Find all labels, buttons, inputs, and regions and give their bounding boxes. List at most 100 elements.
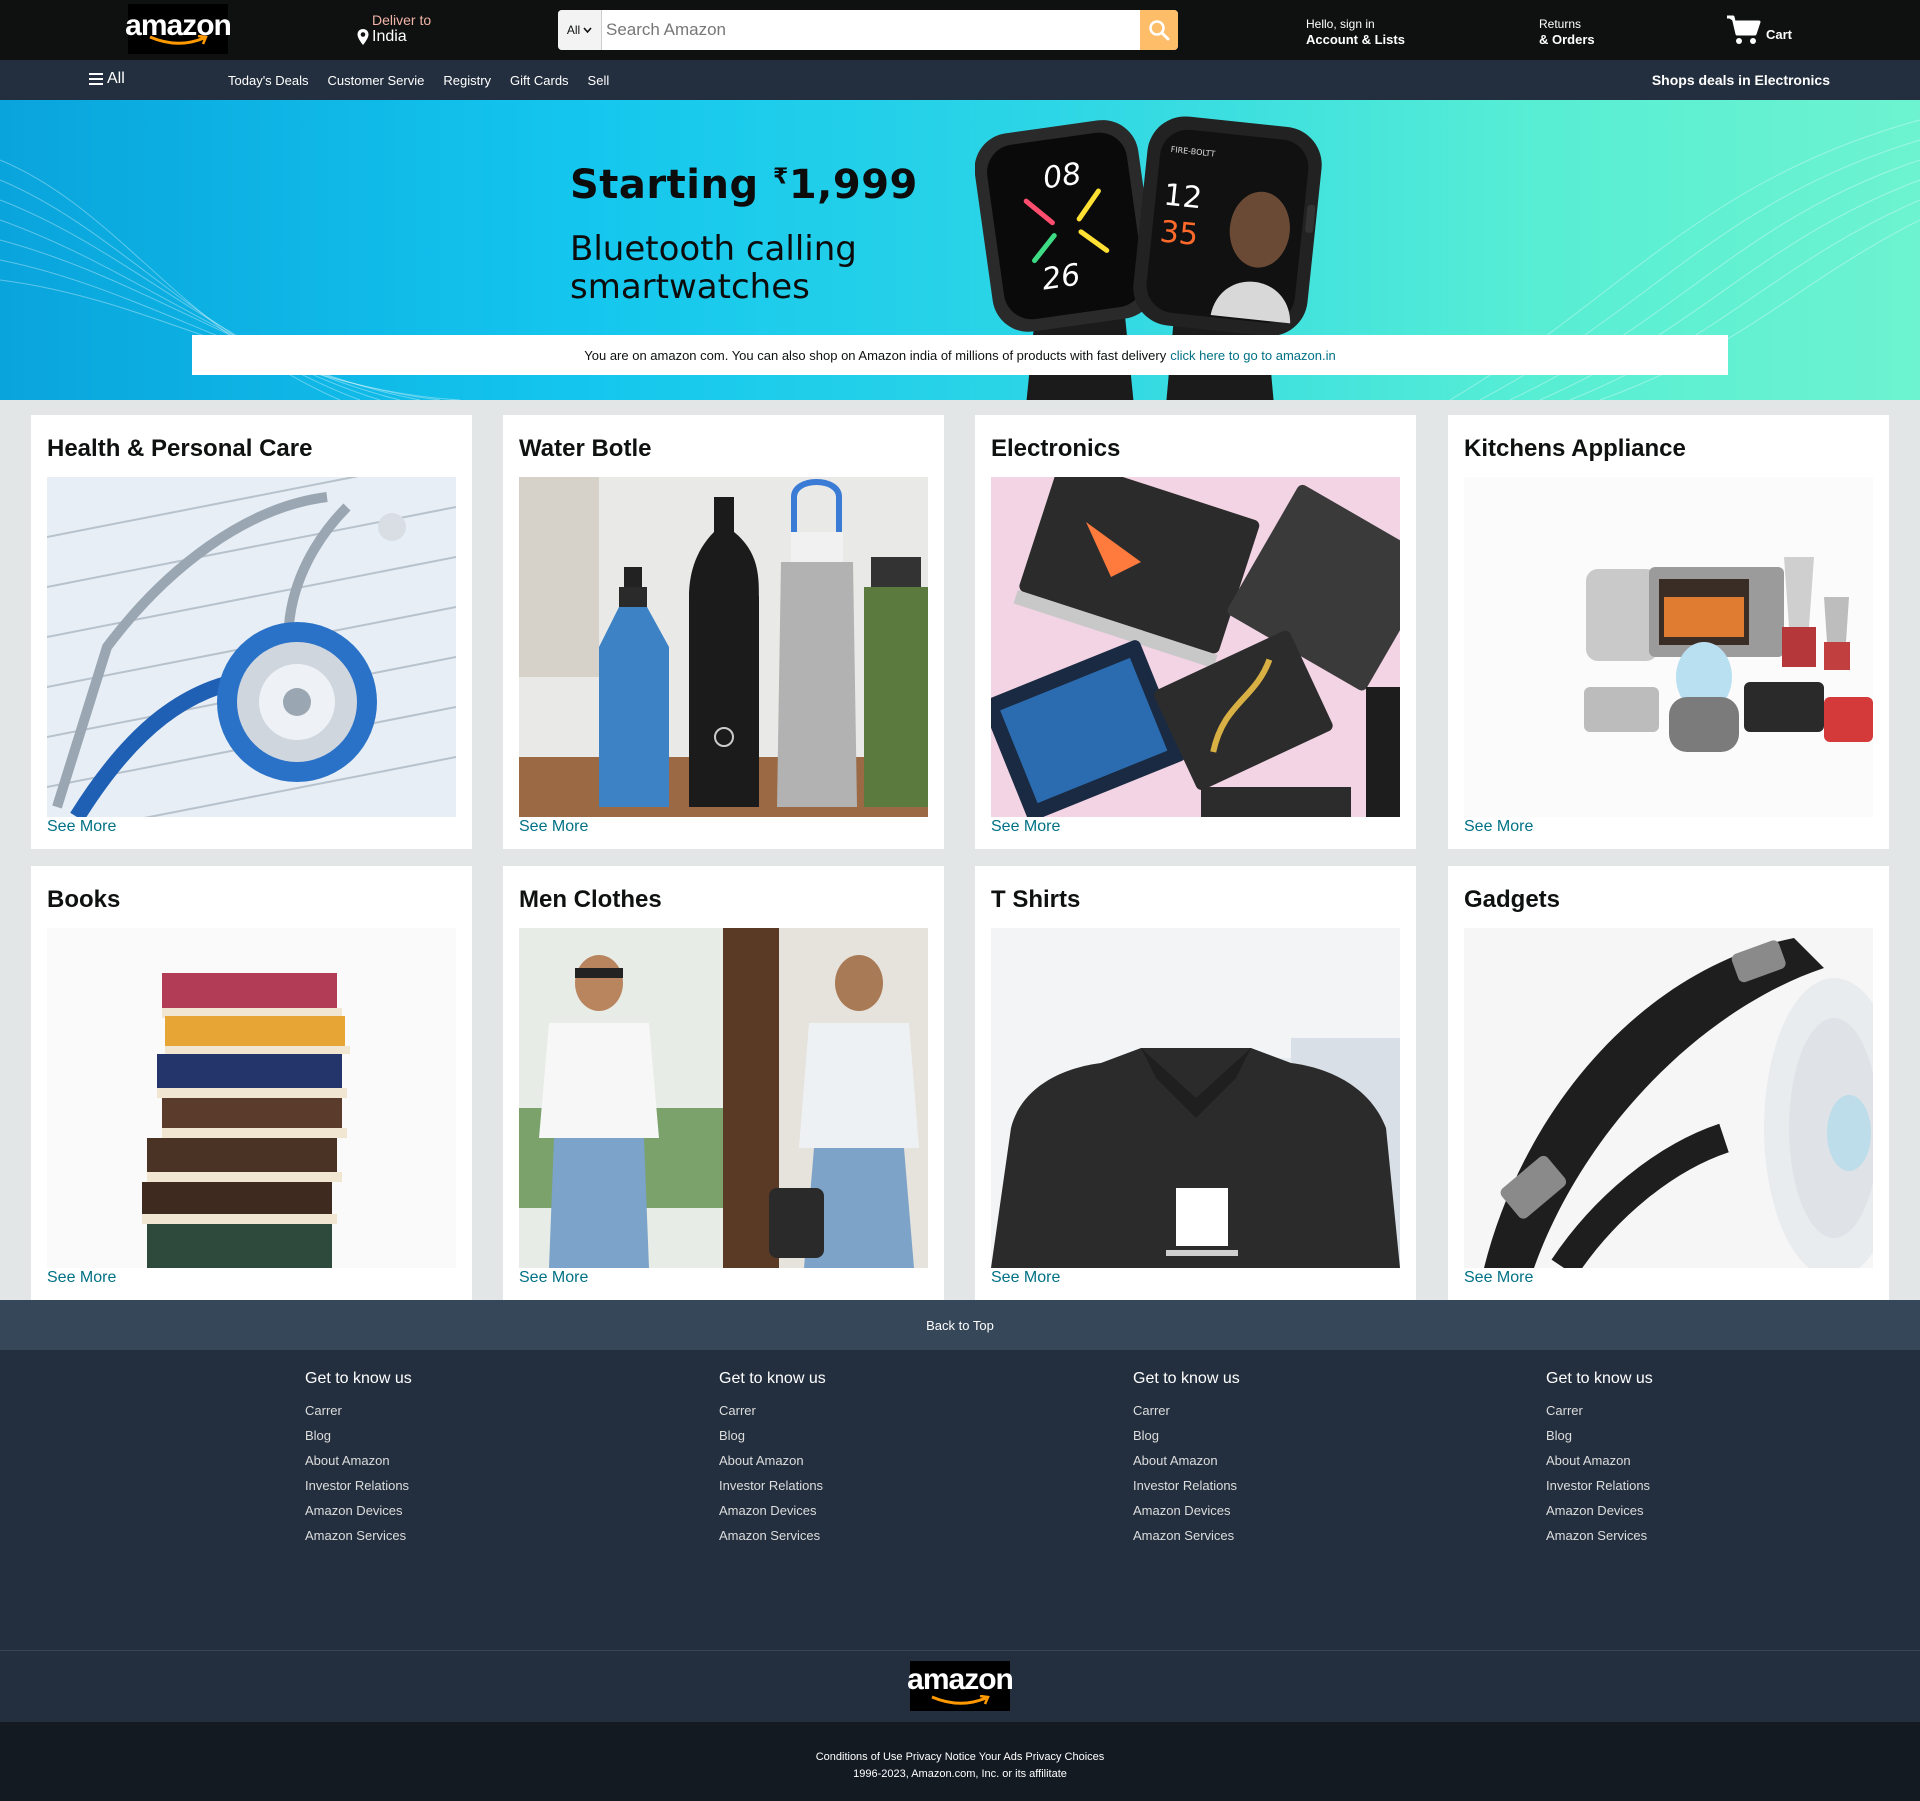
footer-link-blog[interactable]: Blog — [1133, 1423, 1240, 1448]
footer-link-amazon-services[interactable]: Amazon Services — [719, 1523, 826, 1548]
card-image-men-clothes[interactable] — [519, 928, 928, 1268]
footer-link-blog[interactable]: Blog — [305, 1423, 412, 1448]
kitchen-appliances-image — [1464, 477, 1873, 817]
card-image-gadgets[interactable] — [1464, 928, 1873, 1268]
card-image-books[interactable] — [47, 928, 456, 1268]
footer-link-investor-relations[interactable]: Investor Relations — [1133, 1473, 1240, 1498]
legal-footer: Conditions of Use Privacy Notice Your Ad… — [0, 1722, 1920, 1801]
smile-arrow-icon — [149, 35, 208, 45]
category-card: Books See More — [31, 866, 472, 1300]
footer-link-about-amazon[interactable]: About Amazon — [1546, 1448, 1653, 1473]
see-more-link[interactable]: See More — [1464, 818, 1533, 836]
card-title: Men Clothes — [519, 886, 662, 913]
orders-label: & Orders — [1539, 32, 1595, 47]
men-clothes-image — [519, 928, 928, 1268]
footer-column: Get to know us Carrer Blog About Amazon … — [1133, 1370, 1240, 1548]
banner-price: 1,999 — [788, 162, 918, 208]
stethoscope-image — [47, 477, 456, 817]
cart-label: Cart — [1766, 27, 1793, 42]
footer-link-carrer[interactable]: Carrer — [719, 1398, 826, 1423]
banner-title: Starting ₹1,999 — [570, 162, 918, 208]
card-title: T Shirts — [991, 886, 1081, 913]
footer-link-blog[interactable]: Blog — [1546, 1423, 1653, 1448]
hamburger-menu-icon — [89, 73, 103, 85]
see-more-link[interactable]: See More — [519, 1269, 588, 1287]
deliver-label: Deliver to — [372, 12, 432, 28]
footer-logo-text: amazon — [907, 1663, 1014, 1696]
account-greeting: Hello, sign in — [1306, 17, 1375, 31]
books-stack-image — [47, 928, 456, 1268]
see-more-link[interactable]: See More — [991, 1269, 1060, 1287]
back-to-top-label: Back to Top — [926, 1317, 994, 1333]
card-image-electronics[interactable] — [991, 477, 1400, 817]
chevron-down-icon — [583, 27, 592, 33]
footer-amazon-logo[interactable]: amazon — [907, 1661, 1014, 1711]
nav-promo-link[interactable]: Shops deals in Electronics — [1652, 72, 1830, 88]
nav-all-menu[interactable]: All — [88, 70, 125, 88]
footer-link-amazon-services[interactable]: Amazon Services — [1133, 1523, 1240, 1548]
category-card: Health & Personal Care See More — [31, 415, 472, 849]
cart-button[interactable]: Cart — [1726, 14, 1792, 46]
footer-link-amazon-devices[interactable]: Amazon Devices — [1133, 1498, 1240, 1523]
footer-link-amazon-devices[interactable]: Amazon Devices — [305, 1498, 412, 1523]
back-to-top-button[interactable]: Back to Top — [0, 1300, 1920, 1350]
card-image-health[interactable] — [47, 477, 456, 817]
nav-link-todays-deals[interactable]: Today's Deals — [228, 73, 309, 88]
see-more-link[interactable]: See More — [47, 1269, 116, 1287]
returns-orders[interactable]: Returns & Orders — [1539, 16, 1595, 48]
laptops-image — [991, 477, 1400, 817]
deliver-country: India — [372, 28, 407, 45]
card-title: Gadgets — [1464, 886, 1561, 913]
deliver-to[interactable]: Deliver to India — [356, 12, 431, 46]
region-notice: You are on amazon com. You can also shop… — [192, 335, 1728, 375]
card-image-t-shirts[interactable] — [991, 928, 1400, 1268]
card-image-kitchen[interactable] — [1464, 477, 1873, 817]
footer-link-about-amazon[interactable]: About Amazon — [305, 1448, 412, 1473]
footer-link-investor-relations[interactable]: Investor Relations — [719, 1473, 826, 1498]
nav-link-sell[interactable]: Sell — [588, 73, 610, 88]
search-button[interactable] — [1140, 10, 1178, 50]
footer-link-blog[interactable]: Blog — [719, 1423, 826, 1448]
polo-shirt-image — [991, 928, 1400, 1268]
search-input[interactable] — [602, 10, 1140, 50]
footer-link-carrer[interactable]: Carrer — [1546, 1398, 1653, 1423]
card-title: Electronics — [991, 435, 1121, 462]
returns-label: Returns — [1539, 17, 1582, 31]
watch2-time-top: 12 — [1162, 178, 1204, 217]
footer-link-amazon-devices[interactable]: Amazon Devices — [719, 1498, 826, 1523]
see-more-link[interactable]: See More — [1464, 1269, 1533, 1287]
footer-link-investor-relations[interactable]: Investor Relations — [1546, 1473, 1653, 1498]
card-title: Water Botle — [519, 435, 652, 462]
account-menu[interactable]: Hello, sign in Account & Lists — [1306, 16, 1405, 48]
category-card: Water Botle See More — [503, 415, 944, 849]
footer-link-carrer[interactable]: Carrer — [305, 1398, 412, 1423]
nav-link-customer-service[interactable]: Customer Servie — [328, 73, 425, 88]
search-category-value: All — [566, 23, 581, 37]
footer-column: Get to know us Carrer Blog About Amazon … — [305, 1370, 412, 1548]
footer-link-about-amazon[interactable]: About Amazon — [1133, 1448, 1240, 1473]
notice-text: You are on amazon com. You can also shop… — [584, 347, 1167, 363]
nav-link-gift-cards[interactable]: Gift Cards — [510, 73, 569, 88]
nav-link-registry[interactable]: Registry — [443, 73, 491, 88]
footer-link-investor-relations[interactable]: Investor Relations — [305, 1473, 412, 1498]
amazon-logo[interactable]: amazon — [125, 4, 232, 54]
footer-link-amazon-services[interactable]: Amazon Services — [305, 1523, 412, 1548]
footer-link-carrer[interactable]: Carrer — [1133, 1398, 1240, 1423]
footer-links: Get to know us Carrer Blog About Amazon … — [0, 1350, 1920, 1650]
footer-link-amazon-services[interactable]: Amazon Services — [1546, 1523, 1653, 1548]
location-pin-icon — [357, 29, 369, 45]
see-more-link[interactable]: See More — [519, 818, 588, 836]
see-more-link[interactable]: See More — [47, 818, 116, 836]
search-category-select[interactable]: All — [558, 10, 602, 50]
card-image-water-bottle[interactable] — [519, 477, 928, 817]
footer-column-heading: Get to know us — [719, 1370, 826, 1387]
footer-link-amazon-devices[interactable]: Amazon Devices — [1546, 1498, 1653, 1523]
water-bottles-image — [519, 477, 928, 817]
amazon-in-link[interactable]: click here to go to amazon.in — [1170, 348, 1335, 363]
see-more-link[interactable]: See More — [991, 818, 1060, 836]
banner-title-prefix: Starting — [570, 162, 774, 208]
legal-links[interactable]: Conditions of Use Privacy Notice Your Ad… — [0, 1749, 1920, 1766]
category-card: Gadgets See More — [1448, 866, 1889, 1300]
top-header: amazon Deliver to India All H — [0, 0, 1920, 60]
footer-link-about-amazon[interactable]: About Amazon — [719, 1448, 826, 1473]
